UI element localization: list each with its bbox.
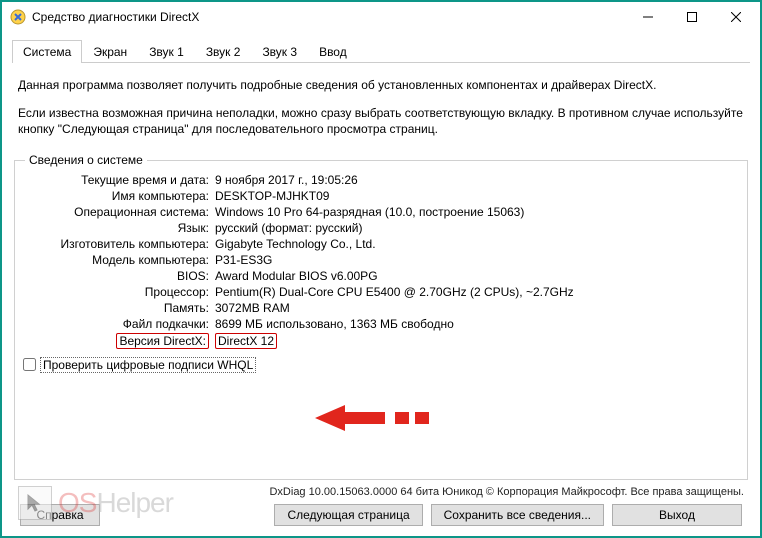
- next-page-button[interactable]: Следующая страница: [274, 504, 422, 526]
- value-model: P31-ES3G: [213, 253, 739, 267]
- label-cpu: Процессор:: [23, 285, 213, 299]
- tab-display[interactable]: Экран: [82, 40, 138, 63]
- whql-checkbox-row: Проверить цифровые подписи WHQL: [23, 357, 739, 373]
- window-title: Средство диагностики DirectX: [32, 10, 626, 24]
- label-page: Файл подкачки:: [23, 317, 213, 331]
- intro-p2: Если известна возможная причина неполадк…: [18, 105, 744, 137]
- minimize-button[interactable]: [626, 3, 670, 31]
- footer-text: DxDiag 10.00.15063.0000 64 бита Юникод ©…: [12, 482, 750, 498]
- arrow-annotation-icon: [315, 403, 435, 433]
- label-dx: Версия DirectX:: [23, 333, 213, 349]
- tab-input[interactable]: Ввод: [308, 40, 358, 63]
- row-datetime: Текущие время и дата:9 ноября 2017 г., 1…: [23, 173, 739, 187]
- row-cpu: Процессор:Pentium(R) Dual-Core CPU E5400…: [23, 285, 739, 299]
- intro-p1: Данная программа позволяет получить подр…: [18, 77, 744, 93]
- value-cpu: Pentium(R) Dual-Core CPU E5400 @ 2.70GHz…: [213, 285, 739, 299]
- whql-label[interactable]: Проверить цифровые подписи WHQL: [40, 357, 256, 373]
- close-button[interactable]: [714, 3, 758, 31]
- maximize-button[interactable]: [670, 3, 714, 31]
- content-area: Система Экран Звук 1 Звук 2 Звук 3 Ввод …: [2, 32, 760, 536]
- exit-button[interactable]: Выход: [612, 504, 742, 526]
- value-dx: DirectX 12: [213, 333, 739, 349]
- value-datetime: 9 ноября 2017 г., 19:05:26: [213, 173, 739, 187]
- row-page: Файл подкачки:8699 МБ использовано, 1363…: [23, 317, 739, 331]
- label-mem: Память:: [23, 301, 213, 315]
- row-model: Модель компьютера:P31-ES3G: [23, 253, 739, 267]
- button-bar: Справка Следующая страница Сохранить все…: [12, 498, 750, 530]
- label-model: Модель компьютера:: [23, 253, 213, 267]
- value-lang: русский (формат: русский): [213, 221, 739, 235]
- value-os: Windows 10 Pro 64-разрядная (10.0, постр…: [213, 205, 739, 219]
- label-bios: BIOS:: [23, 269, 213, 283]
- value-page: 8699 МБ использовано, 1363 МБ свободно: [213, 317, 739, 331]
- system-info-group: Сведения о системе Текущие время и дата:…: [14, 160, 748, 480]
- save-all-button[interactable]: Сохранить все сведения...: [431, 504, 604, 526]
- row-mfr: Изготовитель компьютера:Gigabyte Technol…: [23, 237, 739, 251]
- label-computer: Имя компьютера:: [23, 189, 213, 203]
- row-mem: Память:3072MB RAM: [23, 301, 739, 315]
- row-os: Операционная система:Windows 10 Pro 64-р…: [23, 205, 739, 219]
- tab-system[interactable]: Система: [12, 40, 82, 63]
- app-icon: [10, 9, 26, 25]
- row-lang: Язык:русский (формат: русский): [23, 221, 739, 235]
- label-lang: Язык:: [23, 221, 213, 235]
- tab-strip: Система Экран Звук 1 Звук 2 Звук 3 Ввод: [12, 40, 750, 63]
- tab-sound2[interactable]: Звук 2: [195, 40, 252, 63]
- dxdiag-window: Средство диагностики DirectX Система Экр…: [0, 0, 762, 538]
- value-mfr: Gigabyte Technology Co., Ltd.: [213, 237, 739, 251]
- intro-text: Данная программа позволяет получить подр…: [12, 63, 750, 154]
- value-computer: DESKTOP-MJHKT09: [213, 189, 739, 203]
- whql-checkbox[interactable]: [23, 358, 36, 371]
- system-info-legend: Сведения о системе: [25, 153, 147, 167]
- label-os: Операционная система:: [23, 205, 213, 219]
- label-mfr: Изготовитель компьютера:: [23, 237, 213, 251]
- help-button[interactable]: Справка: [20, 504, 100, 526]
- tab-sound3[interactable]: Звук 3: [251, 40, 308, 63]
- value-bios: Award Modular BIOS v6.00PG: [213, 269, 739, 283]
- tab-sound1[interactable]: Звук 1: [138, 40, 195, 63]
- row-computer: Имя компьютера:DESKTOP-MJHKT09: [23, 189, 739, 203]
- titlebar: Средство диагностики DirectX: [2, 2, 760, 32]
- row-bios: BIOS:Award Modular BIOS v6.00PG: [23, 269, 739, 283]
- value-mem: 3072MB RAM: [213, 301, 739, 315]
- label-datetime: Текущие время и дата:: [23, 173, 213, 187]
- row-dx: Версия DirectX: DirectX 12: [23, 333, 739, 349]
